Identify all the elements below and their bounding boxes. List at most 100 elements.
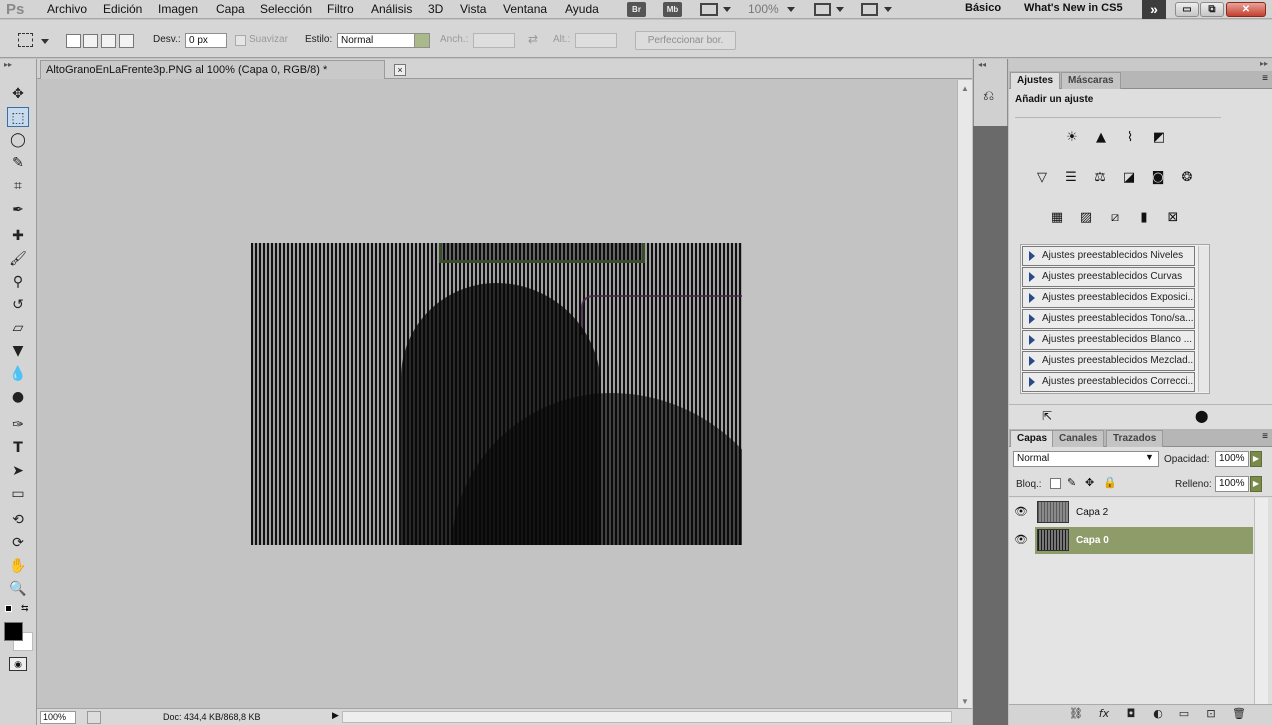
panel-menu-icon[interactable]: ≡	[1262, 431, 1268, 442]
clip-to-layer-icon[interactable]: ⇱	[1042, 409, 1052, 423]
quick-mask-icon[interactable]: ◉	[9, 657, 27, 671]
default-colors-icon[interactable]	[5, 605, 12, 612]
menu-analisis[interactable]: Análisis	[371, 2, 412, 16]
rectangular-marquee-tool-icon[interactable]: ⬚	[7, 107, 29, 127]
marquee-preset-icon[interactable]	[18, 33, 33, 47]
menu-edicion[interactable]: Edición	[103, 2, 142, 16]
path-selection-tool-icon[interactable]: ➤	[7, 461, 29, 481]
workspace-basico[interactable]: Básico	[965, 2, 1001, 14]
history-brush-tool-icon[interactable]: ↺	[7, 295, 29, 315]
adjustment-options-icon[interactable]: ⬤	[1195, 409, 1208, 423]
status-menu-arrow-icon[interactable]: ▶	[332, 710, 339, 721]
menu-ayuda[interactable]: Ayuda	[565, 2, 599, 16]
menu-ventana[interactable]: Ventana	[503, 2, 547, 16]
paint-bucket-tool-icon[interactable]: ▼	[7, 341, 29, 361]
expand-arrow-icon[interactable]	[1029, 251, 1035, 261]
zoom-level[interactable]: 100%	[748, 2, 779, 16]
new-group-icon[interactable]: ▭	[1175, 707, 1193, 721]
3d-rotate-tool-icon[interactable]: ⟲	[7, 510, 29, 530]
panel-menu-icon[interactable]: ≡	[1262, 73, 1268, 84]
color-balance-icon[interactable]: ⚖	[1089, 168, 1111, 188]
photo-filter-icon[interactable]: ◙	[1147, 168, 1169, 188]
tab-mascaras[interactable]: Máscaras	[1061, 72, 1121, 89]
horizontal-scrollbar[interactable]	[342, 711, 952, 723]
opacity-input[interactable]: 100%	[1215, 451, 1249, 467]
list-item[interactable]: Ajustes preestablecidos Tono/sa...	[1022, 309, 1195, 329]
collapse-icon[interactable]: ▸▸	[1260, 59, 1268, 68]
expand-icon[interactable]: ◂◂	[978, 60, 986, 69]
layer-row-capa-0[interactable]: Capa 0	[1035, 527, 1253, 554]
fill-slider-arrow-icon[interactable]: ▶	[1250, 476, 1262, 492]
dodge-tool-icon[interactable]: ●	[7, 387, 29, 407]
width-input[interactable]	[473, 33, 515, 48]
invert-icon[interactable]: ▦	[1046, 208, 1068, 228]
vertical-scrollbar[interactable]: ▲ ▼	[957, 80, 972, 708]
expand-arrow-icon[interactable]	[1029, 377, 1035, 387]
curves-icon[interactable]: ⌇	[1119, 128, 1141, 148]
exposure-icon[interactable]: ◩	[1148, 128, 1170, 148]
more-workspaces-button[interactable]: »	[1142, 0, 1166, 19]
chevron-down-icon[interactable]	[836, 7, 844, 12]
presets-scrollbar[interactable]	[1198, 246, 1209, 392]
add-to-selection-icon[interactable]	[83, 34, 98, 48]
minimize-button[interactable]: ▭	[1175, 2, 1199, 17]
zoom-field[interactable]: 100%	[40, 711, 76, 724]
clone-stamp-tool-icon[interactable]: ⚲	[7, 272, 29, 292]
chevron-down-icon[interactable]	[884, 7, 892, 12]
3d-orbit-tool-icon[interactable]: ⟳	[7, 533, 29, 553]
document-image[interactable]	[251, 243, 742, 545]
delete-layer-icon[interactable]: 🗑	[1230, 707, 1248, 721]
opacity-slider-arrow-icon[interactable]: ▶	[1250, 451, 1262, 467]
chevron-down-icon[interactable]	[723, 7, 731, 12]
tab-ajustes[interactable]: Ajustes	[1010, 72, 1061, 89]
selective-color-icon[interactable]: ⊠	[1162, 208, 1184, 228]
visibility-eye-icon[interactable]: 👁	[1013, 504, 1029, 520]
new-layer-icon[interactable]: ⊡	[1202, 707, 1220, 721]
zoom-tool-icon[interactable]: 🔍	[7, 579, 29, 599]
blur-tool-icon[interactable]: 💧	[7, 364, 29, 384]
history-panel-icon[interactable]: ⎌	[983, 88, 994, 104]
bridge-button[interactable]: Br	[627, 2, 646, 17]
close-window-button[interactable]: ✕	[1226, 2, 1266, 17]
swap-dimensions-icon[interactable]: ⇄	[528, 32, 538, 46]
refine-edge-button[interactable]: Perfeccionar bor.	[635, 31, 736, 50]
brush-tool-icon[interactable]: 🖌	[7, 249, 29, 269]
lasso-tool-icon[interactable]: ◯	[7, 130, 29, 150]
list-item[interactable]: Ajustes preestablecidos Exposici...	[1022, 288, 1195, 308]
feather-input[interactable]: 0 px	[185, 33, 227, 48]
healing-brush-tool-icon[interactable]: ✚	[7, 226, 29, 246]
type-tool-icon[interactable]: T	[7, 438, 29, 458]
menu-imagen[interactable]: Imagen	[158, 2, 198, 16]
hand-tool-icon[interactable]: ✋	[7, 556, 29, 576]
threshold-icon[interactable]: ⧄	[1104, 208, 1126, 228]
black-white-icon[interactable]: ◪	[1118, 168, 1140, 188]
arrange-documents-icon[interactable]	[814, 3, 831, 16]
document-tab[interactable]: AltoGranoEnLaFrente3p.PNG al 100% (Capa …	[40, 60, 406, 79]
restore-button[interactable]: ⧉	[1200, 2, 1224, 17]
menu-seleccion[interactable]: Selección	[260, 2, 312, 16]
pen-tool-icon[interactable]: ✑	[7, 415, 29, 435]
view-extras-icon[interactable]	[700, 3, 718, 16]
minibridge-button[interactable]: Mb	[663, 2, 682, 17]
chevron-down-icon[interactable]	[787, 7, 795, 12]
new-selection-icon[interactable]	[66, 34, 81, 48]
intersect-selection-icon[interactable]	[119, 34, 134, 48]
link-layers-icon[interactable]: ⛓	[1067, 707, 1085, 721]
layers-scrollbar[interactable]	[1254, 498, 1268, 708]
foreground-color-swatch[interactable]	[4, 622, 23, 641]
eyedropper-tool-icon[interactable]: ✒	[7, 200, 29, 220]
eraser-tool-icon[interactable]: ▱	[7, 318, 29, 338]
posterize-icon[interactable]: ▨	[1075, 208, 1097, 228]
lock-all-icon[interactable]: 🔒	[1103, 476, 1117, 489]
new-adjustment-layer-icon[interactable]: ◐	[1149, 707, 1167, 721]
menu-filtro[interactable]: Filtro	[327, 2, 354, 16]
list-item[interactable]: Ajustes preestablecidos Mezclad...	[1022, 351, 1195, 371]
menu-3d[interactable]: 3D	[428, 2, 443, 16]
collapse-icon[interactable]: ▸▸	[4, 60, 12, 69]
hue-saturation-icon[interactable]: ☰	[1060, 168, 1082, 188]
fill-input[interactable]: 100%	[1215, 476, 1249, 492]
height-input[interactable]	[575, 33, 617, 48]
screen-mode-icon[interactable]	[861, 3, 878, 16]
crop-tool-icon[interactable]: ⌗	[7, 176, 29, 196]
chevron-down-icon[interactable]: ▼	[1145, 452, 1154, 462]
